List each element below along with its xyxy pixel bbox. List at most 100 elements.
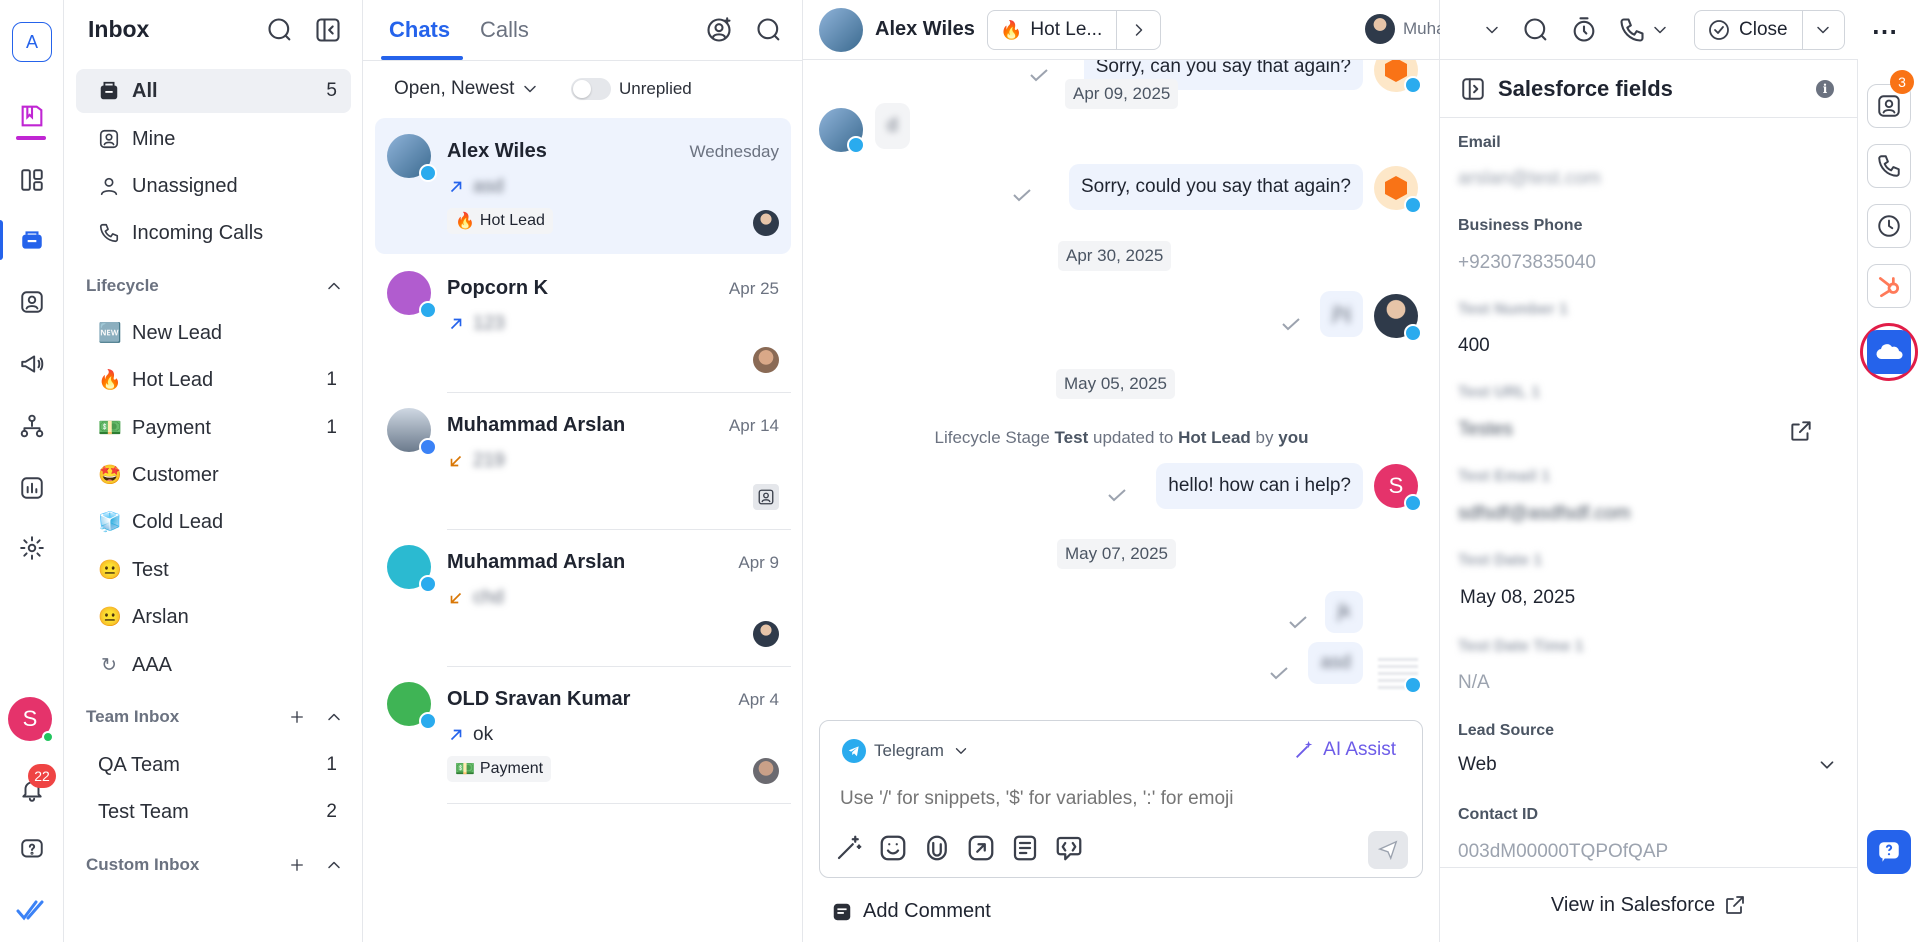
settings-gear-icon[interactable] (12, 528, 52, 568)
external-link-icon[interactable] (1788, 418, 1814, 444)
field-value-email[interactable]: arslan@test.com (1458, 168, 1601, 190)
snippet-icon[interactable] (966, 833, 996, 863)
sidebar-item-aaa[interactable]: ↻ AAA (76, 643, 351, 687)
sidebar-item-cold-lead[interactable]: 🧊 Cold Lead (76, 500, 351, 544)
lifecycle-stage-label: Hot Le... (1030, 19, 1103, 40)
message-text: jk (1337, 601, 1351, 622)
help-icon[interactable] (12, 830, 52, 870)
snooze-timer-icon[interactable] (1570, 16, 1598, 44)
message-bubble: Sorry, could you say that again? (1068, 164, 1363, 210)
broadcast-icon[interactable] (12, 344, 52, 384)
sidebar-item-payment[interactable]: 💵 Payment 1 (76, 406, 351, 450)
search-icon[interactable] (1522, 16, 1550, 44)
contact-name[interactable]: Alex Wiles (875, 18, 975, 41)
chevron-up-icon[interactable] (324, 707, 344, 727)
assignee-avatar (753, 210, 779, 236)
sidebar-item-mine[interactable]: Mine (76, 117, 351, 161)
panel-toggle-icon[interactable] (1460, 76, 1486, 102)
board-icon[interactable] (12, 160, 52, 200)
sidebar-item-hot-lead[interactable]: 🔥 Hot Lead 1 (76, 358, 351, 402)
emoji-icon[interactable] (878, 833, 908, 863)
workflows-icon[interactable] (12, 406, 52, 446)
sidebar-item-arslan[interactable]: 😐 Arslan (76, 595, 351, 639)
chat-search-icon[interactable] (755, 16, 783, 44)
sent-check-icon (1030, 69, 1048, 82)
sort-filter-dropdown[interactable]: Open, Newest (394, 78, 540, 100)
conversation-item[interactable]: OLD Sravan Kumar Apr 4 ok 💵 Payment (375, 666, 791, 804)
tab-calls[interactable]: Calls (480, 0, 529, 60)
more-options-icon[interactable]: ⋯ (1870, 16, 1900, 46)
conversation-item[interactable]: Alex Wiles Wednesday asd 🔥 Hot Lead (375, 118, 791, 254)
magic-wand-icon[interactable] (834, 833, 864, 863)
add-comment-button[interactable]: Add Comment (831, 900, 991, 923)
add-team-inbox-plus-icon[interactable] (288, 708, 306, 726)
chevron-up-icon[interactable] (324, 855, 344, 875)
sidebar-item-label: Payment (132, 416, 211, 439)
contacts-icon[interactable] (12, 282, 52, 322)
lifecycle-section-header[interactable]: Lifecycle (86, 271, 344, 301)
add-custom-inbox-plus-icon[interactable] (288, 856, 306, 874)
sidebar-item-incoming-calls[interactable]: Incoming Calls (76, 211, 351, 255)
inbox-icon[interactable] (12, 220, 52, 260)
message-input[interactable] (840, 783, 1400, 815)
reports-icon[interactable] (12, 468, 52, 508)
lifecycle-tag: 🔥 Hot Lead (447, 208, 553, 234)
send-button[interactable] (1368, 831, 1408, 869)
workspace-button[interactable]: A (12, 22, 52, 62)
tab-chats[interactable]: Chats (389, 0, 450, 60)
conversation-item[interactable]: Popcorn K Apr 25 123 (375, 255, 791, 393)
team-inbox-section-header[interactable]: Team Inbox (86, 702, 344, 732)
close-options-button[interactable] (1801, 11, 1844, 49)
history-button[interactable] (1867, 204, 1911, 248)
field-label-business-phone: Business Phone (1458, 217, 1583, 234)
contact-avatar[interactable] (819, 8, 863, 52)
lead-source-dropdown[interactable]: Web (1458, 754, 1838, 776)
info-icon[interactable]: i (1816, 80, 1834, 98)
support-chat-button[interactable] (1867, 830, 1911, 874)
sidebar-item-unassigned[interactable]: Unassigned (76, 164, 351, 208)
calls-button[interactable] (1867, 144, 1911, 188)
chevron-up-icon[interactable] (324, 276, 344, 296)
sidebar-title: Inbox (88, 16, 150, 42)
toggle-switch[interactable] (571, 78, 611, 100)
sidebar-item-label: New Lead (132, 321, 223, 344)
field-value-test-number[interactable]: 400 (1458, 335, 1490, 357)
sidebar-item-customer[interactable]: 🤩 Customer (76, 453, 351, 497)
chevron-down-icon[interactable] (1482, 20, 1502, 40)
field-value-test-date-time[interactable]: N/A (1458, 672, 1490, 694)
call-dropdown[interactable] (1618, 16, 1670, 44)
next-stage-button[interactable] (1116, 11, 1160, 49)
contacts-book-icon[interactable] (12, 96, 52, 136)
conversation-item[interactable]: Muhammad Arslan Apr 9 chd (375, 529, 791, 667)
salesforce-button[interactable] (1867, 330, 1911, 374)
field-value-business-phone[interactable]: +923073835040 (1458, 252, 1596, 274)
field-value-contact-id[interactable]: 003dM00000TQPOfQAP (1458, 841, 1668, 863)
attachment-icon[interactable] (922, 833, 952, 863)
conversation-item[interactable]: Muhammad Arslan Apr 14 219 (375, 392, 791, 530)
message-composer: Telegram AI Assist (819, 720, 1423, 878)
comment-icon (833, 903, 851, 920)
sidebar-search-icon[interactable] (266, 16, 294, 44)
view-in-salesforce-link[interactable]: View in Salesforce (1440, 893, 1858, 917)
sidebar-item-test-team[interactable]: Test Team 2 (76, 790, 351, 834)
field-value-test-date[interactable]: May 08, 2025 (1460, 587, 1575, 609)
sidebar-item-label: Cold Lead (132, 510, 224, 533)
ai-assist-button[interactable]: AI Assist (1293, 739, 1396, 761)
unreplied-toggle[interactable]: Unreplied (571, 78, 692, 100)
sidebar-item-test[interactable]: 😐 Test (76, 548, 351, 592)
variables-code-icon[interactable] (1054, 833, 1084, 863)
close-conversation-button[interactable]: Close (1694, 10, 1845, 50)
field-value-test-url[interactable]: Testes (1458, 419, 1513, 441)
chevron-down-icon (1820, 761, 1834, 769)
sidebar-item-new-lead[interactable]: 🆕 New Lead (76, 311, 351, 355)
new-chat-icon[interactable] (705, 16, 733, 44)
field-value-test-email[interactable]: sdfsdf@asdfsdf.com (1458, 503, 1630, 525)
channel-selector[interactable]: Telegram (842, 739, 970, 763)
lifecycle-stage-dropdown[interactable]: 🔥 Hot Le... (987, 10, 1162, 50)
sidebar-item-all[interactable]: All 5 (76, 69, 351, 113)
sidebar-item-qa-team[interactable]: QA Team 1 (76, 743, 351, 787)
collapse-sidebar-icon[interactable] (314, 16, 342, 44)
template-icon[interactable] (1010, 833, 1040, 863)
custom-inbox-section-header[interactable]: Custom Inbox (86, 850, 344, 880)
hubspot-button[interactable] (1867, 264, 1911, 308)
